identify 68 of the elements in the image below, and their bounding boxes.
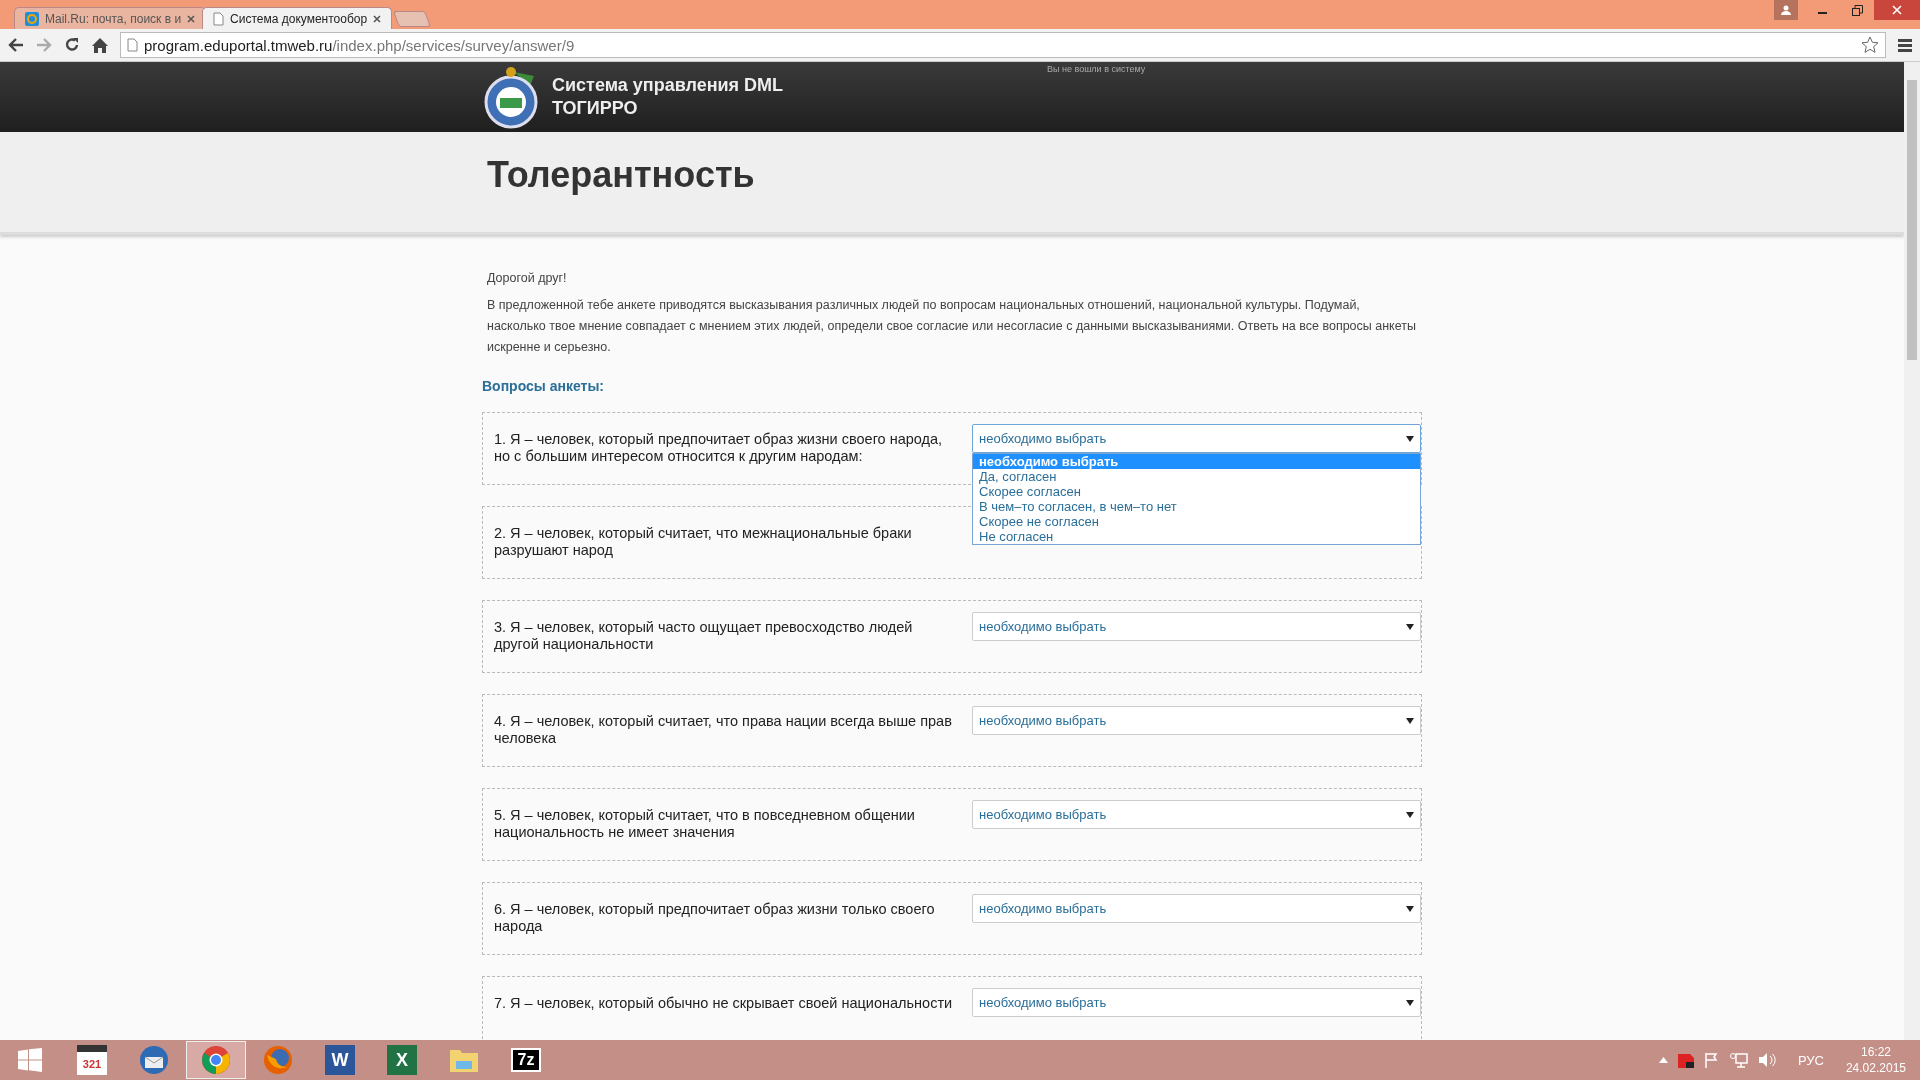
windows-icon[interactable] <box>18 1048 42 1072</box>
question-text: 1. Я – человек, который предпочитает образ жизни своего народа, но с большим интересом относится к другим народам: <box>494 430 944 466</box>
dropdown-arrow-icon <box>1406 905 1414 912</box>
site-title: Система управления DML <box>552 74 784 97</box>
dropdown-arrow-icon <box>1406 999 1414 1006</box>
menu-icon[interactable] <box>1898 38 1912 52</box>
home-icon[interactable] <box>92 37 108 53</box>
excel-icon[interactable]: X <box>387 1045 417 1075</box>
question-text: 7. Я – человек, который обычно не скрывает своей национальности <box>494 994 954 1013</box>
intro-text: В предложенной тебе анкете приводятся высказывания различных людей по вопросам национальных отношений, национальной культуры. Подумай, насколько твое мнение совпадает с мнением этих людей, определи свое согласие или несогласие с данными высказываниями. Ответь на все вопросы анкеты искренне и серьезно. <box>486 297 1417 356</box>
mail-icon <box>25 11 39 26</box>
word-icon[interactable]: W <box>325 1045 355 1075</box>
taskbar-button[interactable]: 7z <box>496 1041 556 1079</box>
page-icon <box>127 38 138 52</box>
dropdown-option[interactable]: необходимо выбрать <box>973 454 1420 469</box>
dropdown-option[interactable]: Скорее не согласен <box>973 514 1420 529</box>
section-heading: Вопросы анкеты: <box>482 378 605 394</box>
shield-icon[interactable] <box>1677 1052 1694 1068</box>
close-icon[interactable] <box>373 14 382 23</box>
question-text: 6. Я – человек, который предпочитает образ жизни только своего народа <box>494 900 936 936</box>
dropdown-arrow-icon <box>1406 435 1414 442</box>
close-button[interactable] <box>1874 0 1920 20</box>
browser-tab[interactable]: Система документообор <box>202 7 393 29</box>
address-bar[interactable]: program.eduportal.tmweb.ru/index.php/services/survey/answer/9 <box>120 32 1886 58</box>
caret-icon[interactable] <box>1658 1057 1668 1063</box>
dropdown-arrow-icon <box>1406 811 1414 818</box>
restore-icon[interactable] <box>1851 4 1863 16</box>
answer-select[interactable]: необходимо выбрать <box>972 424 1421 453</box>
page-title: Толерантность <box>486 153 756 196</box>
speaker-icon[interactable] <box>1757 1052 1776 1068</box>
question-text: 2. Я – человек, который считает, что межнациональные браки разрушают народ <box>494 524 913 560</box>
taskbar-button[interactable]: 321 <box>62 1041 122 1079</box>
taskbar-button[interactable] <box>186 1041 246 1079</box>
reload-icon[interactable] <box>64 37 80 53</box>
close-icon <box>1892 5 1902 15</box>
page-icon <box>213 11 225 26</box>
login-status: Вы не вошли в систему <box>1047 64 1146 74</box>
dropdown-option[interactable]: В чем–то согласен, в чем–то нет <box>973 499 1420 514</box>
question-text: 3. Я – человек, который часто ощущает превосходство людей другой национальности <box>494 618 914 654</box>
answer-select[interactable]: необходимо выбрать <box>972 612 1421 641</box>
dropdown-arrow-icon <box>1406 623 1414 630</box>
network-icon[interactable] <box>1729 1052 1748 1068</box>
greeting: Дорогой друг! <box>486 271 568 285</box>
question-text: 5. Я – человек, который считает, что в повседневном общении национальность не имеет значения <box>494 806 916 842</box>
forward-icon[interactable] <box>36 38 52 52</box>
dropdown-option[interactable]: Скорее согласен <box>973 484 1420 499</box>
dropdown-arrow-icon <box>1406 717 1414 724</box>
archiver-icon[interactable]: 7z <box>511 1048 541 1072</box>
question-text: 4. Я – человек, который считает, что права нации всегда выше прав человека <box>494 712 953 748</box>
star-icon[interactable] <box>1861 36 1879 54</box>
chrome-icon[interactable] <box>201 1045 231 1075</box>
flag-icon[interactable] <box>1703 1052 1720 1068</box>
scroll-thumb[interactable] <box>1907 80 1917 360</box>
clapperboard-icon[interactable]: 321 <box>77 1045 107 1075</box>
taskbar-button[interactable]: W <box>310 1041 370 1079</box>
back-icon[interactable] <box>8 38 24 52</box>
site-title: ТОГИРРО <box>552 97 639 120</box>
user-icon <box>1781 5 1791 15</box>
answer-select[interactable]: необходимо выбрать <box>972 894 1421 923</box>
scrollbar[interactable] <box>1904 62 1920 1041</box>
close-icon[interactable] <box>187 14 196 23</box>
answer-select[interactable]: необходимо выбрать <box>972 988 1421 1017</box>
profile-button[interactable] <box>1774 0 1798 20</box>
dropdown-option[interactable]: Не согласен <box>973 529 1420 544</box>
answer-select[interactable]: необходимо выбрать <box>972 706 1421 735</box>
dropdown-option[interactable]: Да, согласен <box>973 469 1420 484</box>
taskbar-button[interactable]: X <box>372 1041 432 1079</box>
answer-select[interactable]: необходимо выбрать <box>972 800 1421 829</box>
